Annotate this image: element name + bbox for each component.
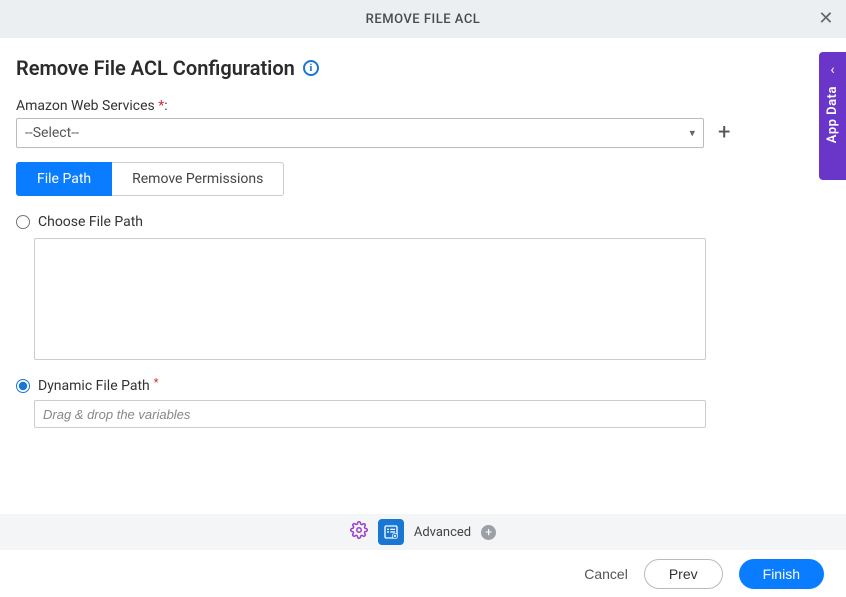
aws-label-text: Amazon Web Services [16, 98, 158, 114]
advanced-label: Advanced [414, 525, 471, 540]
aws-select-row: --Select-- + [16, 118, 830, 148]
finish-button[interactable]: Finish [739, 559, 824, 589]
dialog-header: REMOVE FILE ACL ✕ [0, 0, 846, 38]
aws-select[interactable]: --Select-- [16, 118, 704, 148]
info-icon[interactable]: i [303, 60, 319, 76]
dialog-title: REMOVE FILE ACL [366, 12, 481, 27]
aws-field-label: Amazon Web Services *: [16, 98, 830, 114]
choose-file-path-label[interactable]: Choose File Path [38, 214, 143, 230]
gear-icon[interactable] [350, 521, 368, 543]
dynamic-required-asterisk: * [154, 376, 159, 389]
chevron-left-icon: ‹ [830, 62, 834, 78]
cancel-button[interactable]: Cancel [584, 566, 628, 582]
add-connection-button[interactable]: + [714, 122, 734, 144]
dialog-body: Remove File ACL Configuration i Amazon W… [0, 38, 846, 428]
dynamic-file-path-input[interactable] [34, 400, 706, 428]
page-title-row: Remove File ACL Configuration i [16, 56, 830, 80]
app-data-side-tab[interactable]: ‹ App Data [819, 52, 846, 180]
tab-file-path[interactable]: File Path [16, 162, 112, 196]
tab-strip: File Path Remove Permissions [16, 162, 830, 196]
dialog-footer: Cancel Prev Finish [0, 550, 846, 597]
choose-file-path-textarea[interactable] [34, 238, 706, 360]
advanced-bar: Advanced + [0, 514, 846, 550]
tab-file-path-label: File Path [37, 171, 91, 187]
dynamic-file-path-radio[interactable] [16, 379, 30, 393]
page-title: Remove File ACL Configuration [16, 56, 295, 80]
close-icon[interactable]: ✕ [818, 10, 834, 28]
dynamic-file-path-row: Dynamic File Path * [16, 378, 830, 394]
aws-colon: : [164, 98, 167, 114]
aws-select-value: --Select-- [25, 125, 79, 141]
choose-file-path-row: Choose File Path [16, 214, 830, 230]
dynamic-file-path-label[interactable]: Dynamic File Path [38, 378, 150, 394]
form-list-icon[interactable] [378, 519, 404, 545]
tab-remove-permissions[interactable]: Remove Permissions [112, 162, 284, 196]
prev-button[interactable]: Prev [644, 559, 723, 589]
tab-remove-permissions-label: Remove Permissions [132, 171, 263, 187]
app-data-label: App Data [825, 86, 840, 143]
advanced-expand-icon[interactable]: + [481, 525, 496, 540]
choose-file-path-radio[interactable] [16, 215, 30, 229]
